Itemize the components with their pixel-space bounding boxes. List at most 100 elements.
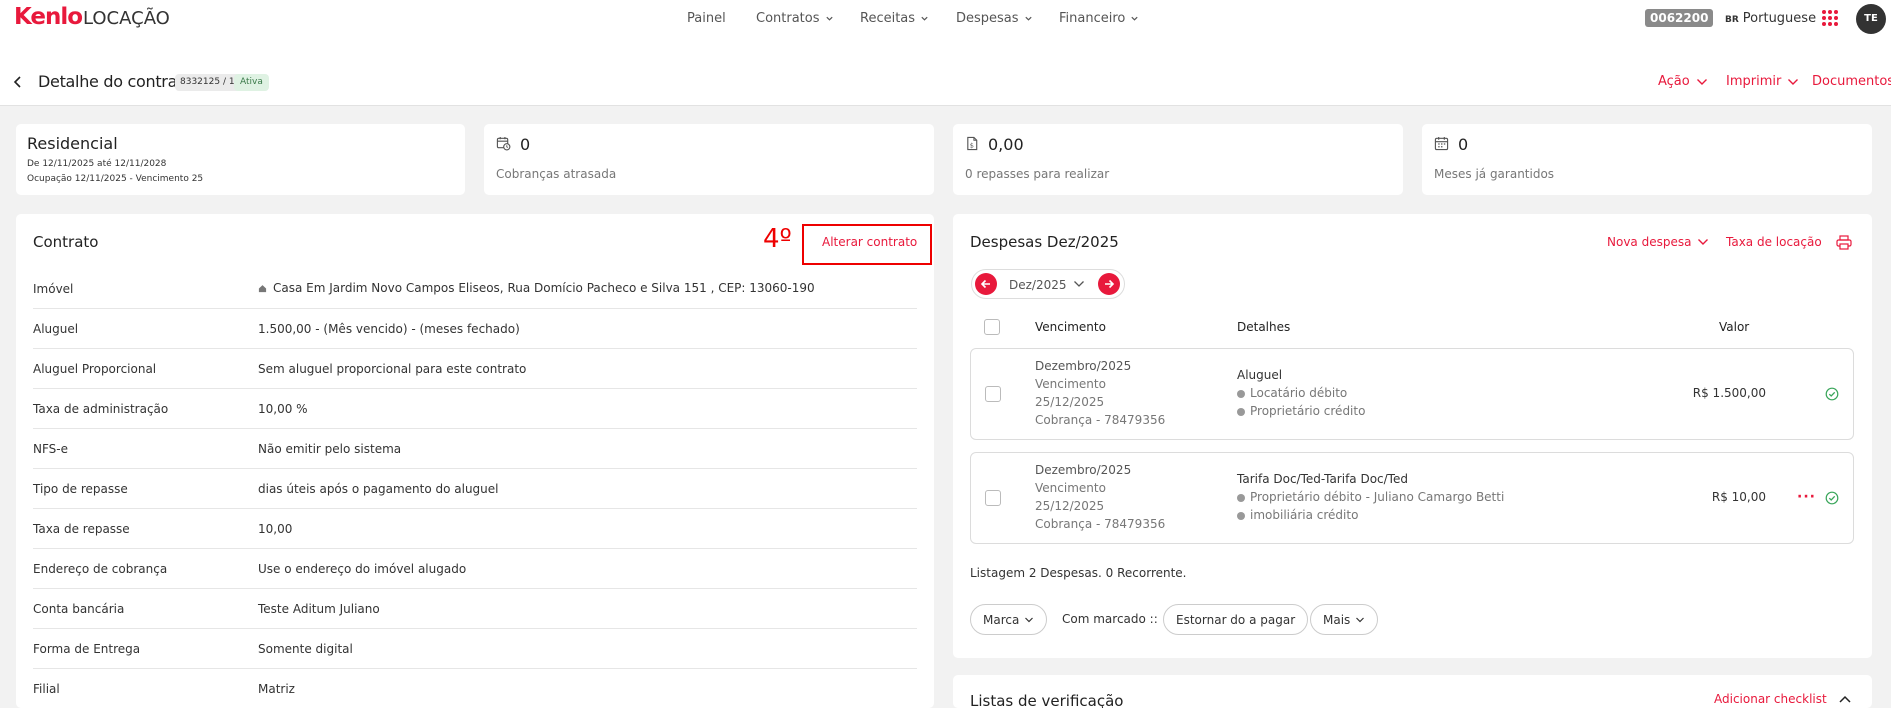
row-value: Teste Aditum Juliano	[258, 602, 380, 616]
more-label: Mais	[1323, 612, 1351, 627]
row-label: Conta bancária	[33, 602, 125, 616]
user-avatar[interactable]: TE	[1856, 4, 1886, 34]
contract-row-aluguel-proporcional: Aluguel Proporcional Sem aluguel proporci…	[33, 349, 917, 389]
documents-label: Documentos	[1812, 74, 1891, 89]
expense-title: Aluguel	[1237, 368, 1283, 382]
arrow-left-icon	[980, 279, 990, 289]
contract-row-aluguel: Aluguel 1.500,00 - (Mês vencido) - (meses…	[33, 309, 917, 349]
dot-icon	[1237, 408, 1245, 416]
dot-icon	[1237, 494, 1245, 502]
estornar-label: Estornar do a pagar	[1176, 612, 1296, 627]
chevron-down-icon	[1696, 78, 1707, 85]
overdue-count: 0	[520, 135, 531, 154]
contract-type: Residencial	[27, 134, 118, 153]
chevron-down-icon	[1025, 617, 1034, 622]
expense-due-date: 25/12/2025	[1035, 395, 1105, 409]
contract-section-title: Contrato	[33, 233, 99, 251]
expense-month: Dezembro/2025	[1035, 463, 1132, 477]
contract-row-imovel: Imóvel Casa Em Jardim Novo Campos Eliseos…	[33, 269, 917, 309]
logo-brand[interactable]: Kenlo	[14, 4, 83, 30]
prev-month-button[interactable]	[975, 273, 997, 295]
rental-fee-link[interactable]: Taxa de locação	[1726, 235, 1822, 249]
printer-icon[interactable]	[1836, 235, 1852, 250]
action-label: Ação	[1658, 74, 1690, 89]
transfers-amount: 0,00	[988, 135, 1024, 154]
property-address[interactable]: Casa Em Jardim Novo Campos Eliseos, Rua …	[273, 281, 815, 295]
arrow-right-icon	[1105, 279, 1115, 289]
contract-row-taxa-admin: Taxa de administração 10,00 %	[33, 389, 917, 429]
contract-occupancy: Ocupação 12/11/2025 - Vencimento 25	[27, 174, 204, 184]
dot-icon	[1237, 390, 1245, 398]
chevron-down-icon[interactable]	[1073, 279, 1085, 289]
nav-item-financeiro[interactable]: Financeiro	[1059, 11, 1139, 26]
expense-due-label: Vencimento	[1035, 377, 1106, 391]
action-menu-button[interactable]: Ação	[1658, 74, 1708, 89]
alterar-contrato-button[interactable]: Alterar contrato	[822, 235, 917, 249]
expense-due-label: Vencimento	[1035, 481, 1106, 495]
home-icon	[258, 284, 267, 292]
more-options-icon[interactable]: ···	[1797, 489, 1816, 505]
chevron-down-icon	[1024, 16, 1032, 21]
marca-label: Marca	[983, 612, 1020, 627]
documents-button[interactable]: Documentos	[1812, 74, 1891, 89]
row-label: Aluguel Proporcional	[33, 362, 157, 376]
nav-item-receitas[interactable]: Receitas	[860, 11, 929, 26]
print-label: Imprimir	[1726, 74, 1782, 89]
checklist-title: Listas de verificação	[970, 692, 1124, 708]
expense-line-1: Proprietário débito - Juliano Camargo Be…	[1237, 490, 1504, 504]
row-value: 10,00	[258, 522, 293, 536]
row-value: Não emitir pelo sistema	[258, 442, 402, 456]
more-dropdown[interactable]: Mais	[1310, 604, 1379, 635]
chevron-down-icon	[921, 16, 928, 21]
add-checklist-button[interactable]: Adicionar checklist	[1714, 692, 1827, 706]
marca-dropdown[interactable]: Marca	[970, 604, 1048, 635]
row-label: Endereço de cobrança	[33, 562, 168, 576]
nav-item-label: Painel	[687, 11, 726, 26]
next-month-button[interactable]	[1098, 273, 1120, 295]
account-code-badge: 0062200	[1645, 9, 1714, 27]
new-expense-label: Nova despesa	[1607, 235, 1692, 249]
contract-row-conta-bancaria: Conta bancária Teste Aditum Juliano	[33, 589, 917, 629]
with-marked-label: Com marcado ::	[1062, 612, 1158, 626]
chevron-up-icon[interactable]	[1838, 694, 1852, 704]
row-label: Imóvel	[33, 282, 74, 296]
contract-id-badge: 8332125 / 1	[175, 74, 240, 91]
month-label[interactable]: Dez/2025	[1009, 278, 1067, 292]
expense-line-text: Locatário débito	[1250, 386, 1348, 400]
dot-icon	[1237, 512, 1245, 520]
check-circle-icon	[1825, 387, 1839, 401]
row-value: 1.500,00 - (Mês vencido) - (meses fechad…	[258, 322, 520, 336]
print-menu-button[interactable]: Imprimir	[1726, 74, 1799, 89]
back-arrow-icon[interactable]	[12, 75, 24, 89]
chevron-down-icon	[825, 16, 833, 21]
page-title: Detalhe do contrato	[38, 72, 193, 91]
summary-card-overdue	[484, 124, 934, 195]
expense-charge: Cobrança - 78479356	[1035, 413, 1166, 427]
expense-line-text: Proprietário crédito	[1250, 404, 1366, 418]
status-badge: Ativa	[234, 74, 269, 91]
expense-line-text: imobiliária crédito	[1250, 508, 1359, 522]
nav-item-contratos[interactable]: Contratos	[756, 11, 834, 26]
calendar-clock-icon	[496, 136, 511, 151]
nav-item-painel[interactable]: Painel	[687, 11, 726, 26]
estornar-button[interactable]: Estornar do a pagar	[1163, 604, 1309, 635]
apps-grid-icon[interactable]	[1822, 10, 1838, 26]
select-all-checkbox[interactable]	[984, 319, 1000, 335]
language-selector[interactable]: BR Portuguese	[1725, 11, 1816, 26]
expense-checkbox[interactable]	[985, 490, 1001, 506]
new-expense-button[interactable]: Nova despesa	[1607, 235, 1709, 249]
expense-checkbox[interactable]	[985, 386, 1001, 402]
expense-line-text: Proprietário débito - Juliano Camargo Be…	[1250, 490, 1505, 504]
rental-fee-label: Taxa de locação	[1726, 235, 1822, 249]
contract-row-forma-entrega: Forma de Entrega Somente digital	[33, 629, 917, 669]
check-circle-icon	[1825, 491, 1839, 505]
nav-item-despesas[interactable]: Despesas	[956, 11, 1033, 26]
row-value: Casa Em Jardim Novo Campos Eliseos, Rua …	[258, 281, 815, 295]
logo-product: LOCAÇÃO	[83, 8, 170, 29]
top-navbar	[0, 0, 1891, 38]
guaranteed-months: 0	[1458, 135, 1469, 154]
document-money-icon: $	[967, 136, 978, 151]
row-label: Aluguel	[33, 322, 79, 336]
nav-item-label: Despesas	[956, 11, 1019, 26]
svg-text:$: $	[970, 142, 974, 150]
